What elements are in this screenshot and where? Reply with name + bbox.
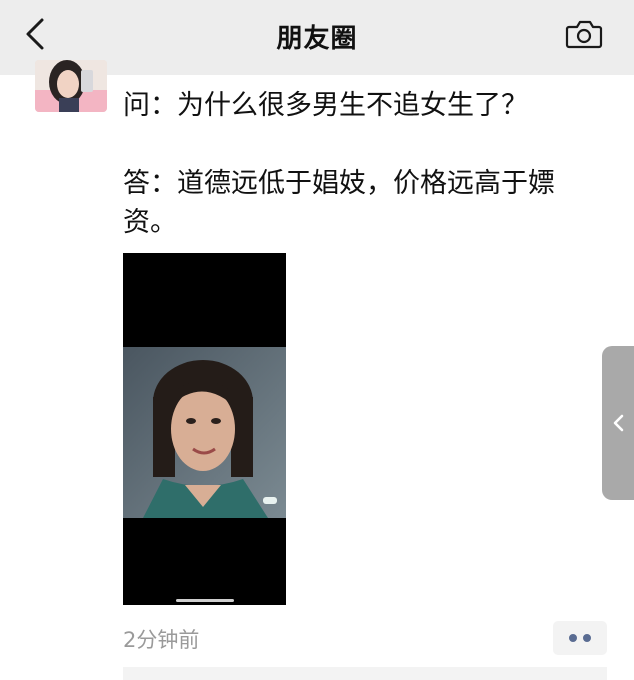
- video-progress-indicator: [176, 599, 234, 602]
- side-drawer-handle[interactable]: [602, 346, 634, 500]
- avatar-photo: [35, 60, 107, 112]
- post-content: 问：为什么很多男生不追女生了？ 答：道德远低于娼妓，价格远高于嫖资。: [123, 86, 593, 242]
- post-timestamp: 2分钟前: [123, 628, 200, 652]
- camera-button[interactable]: [563, 16, 605, 52]
- post-image[interactable]: [123, 253, 286, 605]
- post-question: 问：为什么很多男生不追女生了？: [123, 90, 528, 121]
- more-dots-icon: [569, 634, 577, 642]
- camera-icon: [565, 20, 603, 49]
- comment-area: [123, 667, 607, 680]
- more-actions-button[interactable]: [553, 621, 607, 655]
- portrait-photo: [123, 347, 286, 518]
- avatar[interactable]: [35, 60, 107, 112]
- post-answer: 答：道德远低于娼妓，价格远高于嫖资。: [123, 168, 555, 238]
- chevron-left-icon: [613, 414, 624, 432]
- more-dots-icon: [583, 634, 591, 642]
- page-title: 朋友圈: [276, 24, 358, 54]
